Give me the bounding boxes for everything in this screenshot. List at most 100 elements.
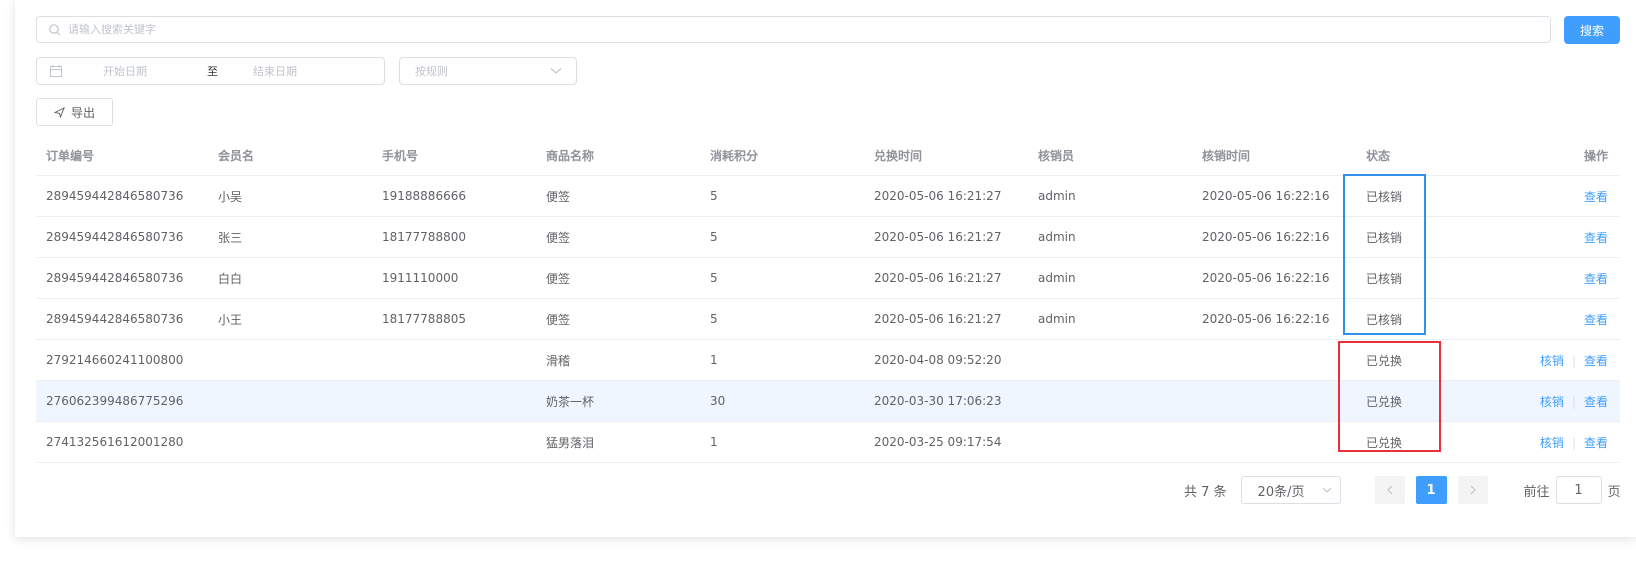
cell-order-no: 289459442846580736	[46, 189, 184, 203]
cell-points: 1	[710, 435, 718, 449]
cell-product: 猛男落泪	[546, 435, 595, 450]
cell-exchange-time: 2020-05-06 16:21:27	[874, 189, 1002, 203]
cell-exchange-time: 2020-05-06 16:21:27	[874, 312, 1002, 326]
view-link[interactable]: 查看	[1584, 231, 1608, 245]
action-divider: |	[1571, 353, 1576, 368]
search-icon	[49, 23, 61, 35]
cell-member: 白白	[218, 271, 243, 286]
next-page-button[interactable]	[1457, 476, 1488, 504]
cell-product: 便签	[546, 230, 571, 245]
cell-verify-time: 2020-05-06 16:22:16	[1202, 189, 1330, 203]
cell-actions: 核销 | 查看	[1456, 352, 1620, 369]
col-actions: 操作	[1583, 149, 1608, 163]
view-link[interactable]: 查看	[1584, 272, 1608, 286]
chevron-left-icon	[1386, 485, 1392, 495]
view-link[interactable]: 查看	[1584, 395, 1608, 409]
cell-exchange-time: 2020-05-06 16:21:27	[874, 271, 1002, 285]
page-size-value: 20条/页	[1257, 484, 1305, 500]
cell-actions: 查看	[1456, 188, 1620, 205]
col-status: 状态	[1366, 149, 1391, 163]
cell-points: 5	[710, 271, 718, 285]
cell-points: 1	[710, 353, 718, 367]
chevron-down-icon	[1322, 487, 1331, 493]
cell-order-no: 289459442846580736	[46, 271, 184, 285]
cell-member: 张三	[218, 230, 243, 245]
cell-points: 5	[710, 312, 718, 326]
goto-page-input[interactable]: 1	[1555, 476, 1602, 504]
cell-actions: 查看	[1456, 270, 1620, 287]
cell-order-no: 274132561612001280	[46, 435, 184, 449]
cell-product: 奶茶一杯	[546, 394, 595, 409]
cell-exchange-time: 2020-04-08 09:52:20	[874, 353, 1002, 367]
search-field[interactable]	[36, 16, 1551, 43]
highlight-box-verified	[1343, 174, 1426, 335]
col-points: 消耗积分	[710, 149, 759, 163]
start-date-input[interactable]: 开始日期	[103, 63, 203, 79]
cell-points: 5	[710, 189, 718, 203]
goto-prefix: 前往	[1523, 484, 1550, 500]
goto-page: 前往 1 页	[1524, 476, 1621, 504]
verify-link[interactable]: 核销	[1540, 354, 1564, 368]
verify-link[interactable]: 核销	[1540, 436, 1564, 450]
cell-points: 5	[710, 230, 718, 244]
col-exchange-time: 兑换时间	[874, 149, 923, 163]
cell-points: 30	[710, 394, 726, 408]
page-number-current[interactable]: 1	[1415, 476, 1447, 504]
cell-member: 小王	[218, 312, 243, 327]
pagination: 共 7 条 20条/页 1 前往 1 页	[1184, 476, 1621, 504]
cell-phone: 1911110000	[382, 271, 459, 285]
col-verifier: 核销员	[1038, 149, 1075, 163]
view-link[interactable]: 查看	[1584, 354, 1608, 368]
cell-actions: 核销 | 查看	[1456, 434, 1620, 451]
prev-page-button[interactable]	[1374, 476, 1405, 504]
action-divider: |	[1571, 435, 1576, 450]
cell-order-no: 289459442846580736	[46, 312, 184, 326]
cell-verifier: admin	[1038, 312, 1076, 326]
cell-verify-time: 2020-05-06 16:22:16	[1202, 271, 1330, 285]
highlight-box-redeemed	[1338, 341, 1441, 452]
cell-exchange-time: 2020-03-25 09:17:54	[874, 435, 1002, 449]
cell-phone: 18177788800	[382, 230, 466, 244]
cell-product: 便签	[546, 312, 571, 327]
col-verify-time: 核销时间	[1202, 149, 1251, 163]
cell-phone: 18177788805	[382, 312, 466, 326]
cell-member: 小吴	[218, 189, 243, 204]
page-size-select[interactable]: 20条/页	[1240, 476, 1341, 504]
search-input[interactable]	[68, 17, 1550, 42]
action-divider: |	[1571, 394, 1576, 409]
cell-phone: 19188886666	[382, 189, 466, 203]
cell-actions: 核销 | 查看	[1456, 393, 1620, 410]
goto-suffix: 页	[1607, 484, 1621, 500]
calendar-icon	[50, 65, 62, 77]
pagination-total: 共 7 条	[1184, 484, 1227, 500]
export-button[interactable]: 导出	[36, 98, 113, 126]
rule-select[interactable]: 按规则	[399, 57, 577, 85]
view-link[interactable]: 查看	[1584, 313, 1608, 327]
cell-verify-time: 2020-05-06 16:22:16	[1202, 230, 1330, 244]
cell-order-no: 289459442846580736	[46, 230, 184, 244]
cell-product: 便签	[546, 189, 571, 204]
col-order-no: 订单编号	[46, 149, 95, 163]
cell-actions: 查看	[1456, 311, 1620, 328]
cell-actions: 查看	[1456, 229, 1620, 246]
view-link[interactable]: 查看	[1584, 190, 1608, 204]
cell-exchange-time: 2020-03-30 17:06:23	[874, 394, 1002, 408]
export-label: 导出	[70, 105, 95, 120]
cell-order-no: 276062399486775296	[46, 394, 184, 408]
search-button[interactable]: 搜索	[1564, 16, 1620, 44]
cell-order-no: 279214660241100800	[46, 353, 184, 367]
table-header: 订单编号 会员名 手机号 商品名称 消耗积分 兑换时间 核销员 核销时间 状态 …	[36, 136, 1620, 176]
chevron-down-icon	[550, 68, 562, 74]
verify-link[interactable]: 核销	[1540, 395, 1564, 409]
col-product: 商品名称	[546, 149, 595, 163]
cell-verifier: admin	[1038, 271, 1076, 285]
cell-exchange-time: 2020-05-06 16:21:27	[874, 230, 1002, 244]
view-link[interactable]: 查看	[1584, 436, 1608, 450]
col-phone: 手机号	[382, 149, 419, 163]
send-icon	[53, 106, 65, 118]
cell-verifier: admin	[1038, 230, 1076, 244]
end-date-input[interactable]: 结束日期	[253, 63, 297, 79]
col-member: 会员名	[218, 149, 255, 163]
range-separator: 至	[207, 65, 218, 78]
date-range-picker[interactable]: 开始日期 至 结束日期	[36, 57, 385, 85]
